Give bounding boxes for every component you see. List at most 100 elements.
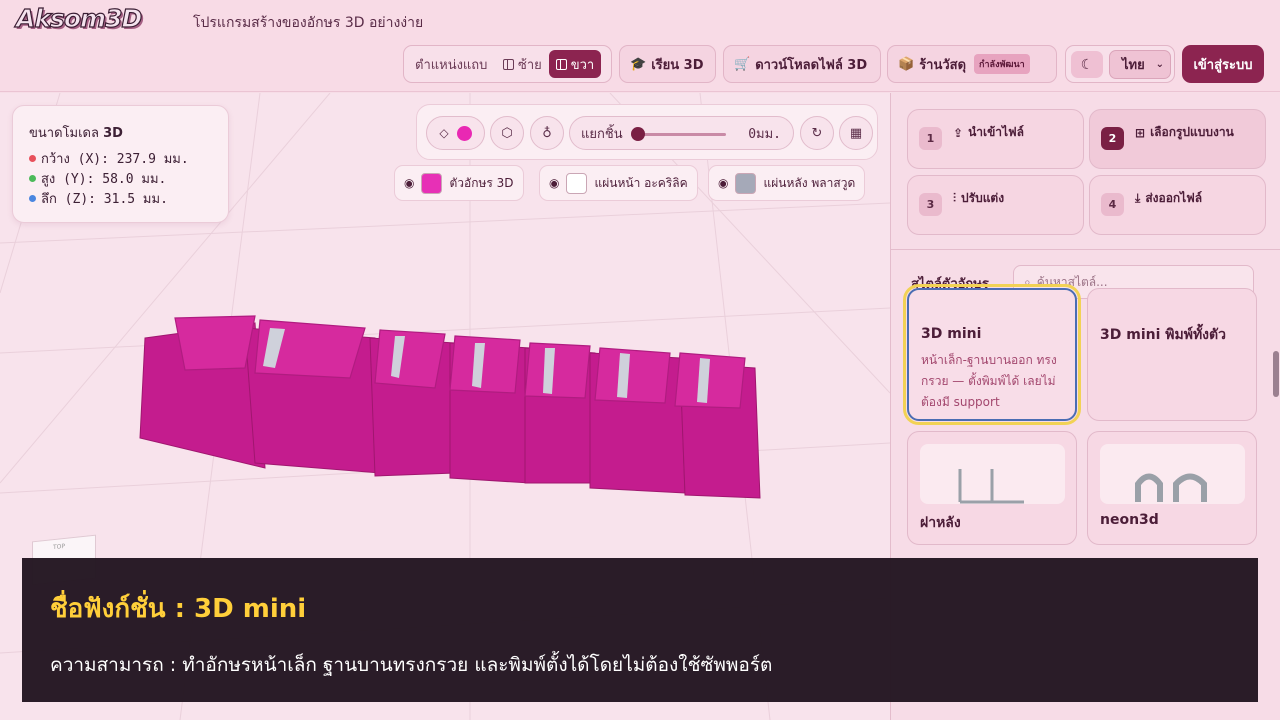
layout-grid-icon: ⊞ <box>1135 125 1146 140</box>
layer-front-label: แผ่นหน้า อะคริลิค <box>594 175 688 190</box>
refresh-icon: ↻ <box>811 125 823 141</box>
material-shop-button[interactable]: 📦 ร้านวัสดุ กำลังพัฒนา <box>887 45 1057 83</box>
layout-left-icon <box>503 58 514 70</box>
layer-toggle-letters[interactable]: ◉ ตัวอักษร 3D <box>394 165 524 201</box>
learn-3d-button[interactable]: 🎓 เรียน 3D <box>619 45 716 83</box>
model-size-title-3d: 3D <box>103 126 123 141</box>
step-customize[interactable]: 3 ⫶ ปรับแต่ง <box>907 175 1084 235</box>
droplet-icon: ◇ <box>439 126 449 140</box>
separate-parts-value: 0มม. <box>748 126 781 142</box>
reset-view-button[interactable]: ↻ <box>800 116 834 150</box>
step-number: 3 <box>919 193 942 216</box>
language-select[interactable]: ไทย ⌄ <box>1109 50 1171 79</box>
eye-icon: ◉ <box>718 176 729 190</box>
feature-caption-overlay: ชื่อฟังก์ชั่น : 3D mini ความสามารถ : ทำอ… <box>22 558 1258 702</box>
neon3d-thumbnail <box>1100 444 1245 504</box>
step-label: นำเข้าไฟล์ <box>968 125 1024 139</box>
lighting-button[interactable]: ♁ <box>530 116 564 150</box>
back-plate-color-swatch[interactable] <box>735 172 757 194</box>
chevron-down-icon: ⌄ <box>1155 59 1164 70</box>
model-size-title-text: ขนาดโมเดล <box>29 126 99 141</box>
dimension-x-row: กว้าง (X): 237.9 มม. <box>29 148 228 168</box>
current-color-swatch <box>456 125 472 141</box>
download-3d-label: ดาวน์โหลดไฟล์ 3D <box>755 57 868 73</box>
layer-toggle-front-acrylic[interactable]: ◉ แผ่นหน้า อะคริลิค <box>539 165 698 201</box>
sliders-icon: ⫶ <box>953 191 957 205</box>
cart-icon: 🛒 <box>734 56 751 72</box>
panel-position-toggle: ตำแหน่งแถบ ซ้าย ขวา <box>403 45 612 83</box>
app-tagline: โปรแกรมสร้างของอักษร 3D อย่างง่าย <box>193 15 424 31</box>
layer-back-label: แผ่นหลัง พลาสวูด <box>763 175 856 190</box>
box-icon: 📦 <box>898 56 915 72</box>
panel-position-left-label: ซ้าย <box>518 57 542 73</box>
grid-toggle-button[interactable]: ▦ <box>839 116 873 150</box>
neon-preview-icon <box>1135 473 1207 502</box>
dimension-y-row: สูง (Y): 58.0 มม. <box>29 168 228 188</box>
download-3d-button[interactable]: 🛒 ดาวน์โหลดไฟล์ 3D <box>723 45 881 83</box>
panel-position-right-button[interactable]: ขวา <box>548 50 602 78</box>
dark-mode-toggle[interactable]: ☾ <box>1071 51 1103 78</box>
separate-parts-control: แยกชิ้น 0มม. <box>569 116 794 150</box>
step-export-file[interactable]: 4 ⤓ ส่งออกไฟล์ <box>1089 175 1266 235</box>
panel-position-right-label: ขวา <box>570 57 595 73</box>
layer-toggle-back-plaswood[interactable]: ◉ แผ่นหลัง พลาสวูด <box>708 165 866 201</box>
upload-icon: ⇪ <box>953 125 964 140</box>
theme-language-group: ☾ ไทย ⌄ <box>1065 45 1175 83</box>
in-development-badge: กำลังพัฒนา <box>974 54 1030 74</box>
front-plate-color-swatch[interactable] <box>566 172 588 194</box>
model-size-panel: ขนาดโมเดล 3D กว้าง (X): 237.9 มม. สูง (Y… <box>12 105 229 223</box>
style-card-title: neon3d <box>1100 512 1159 528</box>
feature-description: ความสามารถ : ทำอักษรหน้าเล็ก ฐานบานทรงกร… <box>50 654 773 676</box>
color-picker-button[interactable]: ◇ <box>426 116 485 150</box>
moon-icon: ☾ <box>1080 56 1094 73</box>
style-card-desc: หน้าเล็ก-ฐานบานออก ทรงกรวย — ตั้งพิมพ์ได… <box>921 353 1057 409</box>
style-card-title: 3D mini พิมพ์ทั้งตัว <box>1100 327 1226 343</box>
cube-icon: ⬡ <box>501 125 513 141</box>
dimension-z-row: ลึก (Z): 31.5 มม. <box>29 188 228 208</box>
style-card-title: 3D mini <box>921 326 982 342</box>
panel-divider <box>891 249 1280 250</box>
graduation-cap-icon: 🎓 <box>630 56 647 72</box>
step-import-file[interactable]: 1 ⇪ นำเข้าไฟล์ <box>907 109 1084 169</box>
dimension-y: สูง (Y): 58.0 มม. <box>41 171 167 187</box>
separate-parts-slider[interactable] <box>636 133 726 136</box>
dimension-z: ลึก (Z): 31.5 มม. <box>41 191 168 207</box>
x-axis-dot <box>29 154 36 162</box>
dimension-x: กว้าง (X): 237.9 มม. <box>41 151 189 167</box>
language-value: ไทย <box>1122 58 1145 73</box>
model-size-title: ขนาดโมเดล 3D <box>29 122 228 143</box>
step-label: ปรับแต่ง <box>961 191 1005 205</box>
layer-letters-label: ตัวอักษร 3D <box>449 175 514 190</box>
lightbulb-icon: ♁ <box>542 125 552 141</box>
style-card-title: ฝาหลัง <box>920 515 961 531</box>
login-button[interactable]: เข้าสู่ระบบ <box>1182 45 1264 83</box>
app-header: Aksom3D โปรแกรมสร้างของอักษร 3D อย่างง่า… <box>0 0 1280 92</box>
material-button[interactable]: ⬡ <box>490 116 524 150</box>
step-number: 2 <box>1101 127 1124 150</box>
panel-scrollbar[interactable] <box>1273 351 1279 397</box>
step-number: 4 <box>1101 193 1124 216</box>
grid-icon: ▦ <box>849 125 863 141</box>
eye-icon: ◉ <box>404 176 415 190</box>
y-axis-dot <box>29 174 36 182</box>
style-card-neon3d[interactable]: neon3d <box>1087 431 1257 545</box>
style-card-3d-mini-full[interactable]: 3D mini พิมพ์ทั้งตัว <box>1087 288 1257 421</box>
separate-parts-slider-handle[interactable] <box>631 127 645 141</box>
step-number: 1 <box>919 127 942 150</box>
eye-icon: ◉ <box>549 176 560 190</box>
3d-model-preview[interactable] <box>125 298 775 503</box>
layout-right-icon <box>555 58 567 70</box>
panel-position-label: ตำแหน่งแถบ <box>415 57 488 73</box>
letters-color-swatch[interactable] <box>421 172 443 194</box>
panel-position-left-button[interactable]: ซ้าย <box>496 50 549 78</box>
style-card-back-cover[interactable]: ฝาหลัง <box>907 431 1077 545</box>
learn-3d-label: เรียน 3D <box>651 57 704 73</box>
style-card-3d-mini[interactable]: 3D mini หน้าเล็ก-ฐานบานออก ทรงกรวย — ตั้… <box>903 284 1081 425</box>
z-axis-dot <box>29 194 36 202</box>
app-logo[interactable]: Aksom3D <box>15 3 142 33</box>
viewport-toolbar: ◇ ⬡ ♁ แยกชิ้น 0มม. ↻ ▦ <box>416 104 878 160</box>
download-icon: ⤓ <box>1135 191 1141 205</box>
step-choose-style[interactable]: 2 ⊞ เลือกรูปแบบงาน <box>1089 109 1266 169</box>
feature-title: ชื่อฟังก์ชั่น : 3D mini <box>50 594 307 624</box>
step-label: ส่งออกไฟล์ <box>1145 191 1203 205</box>
